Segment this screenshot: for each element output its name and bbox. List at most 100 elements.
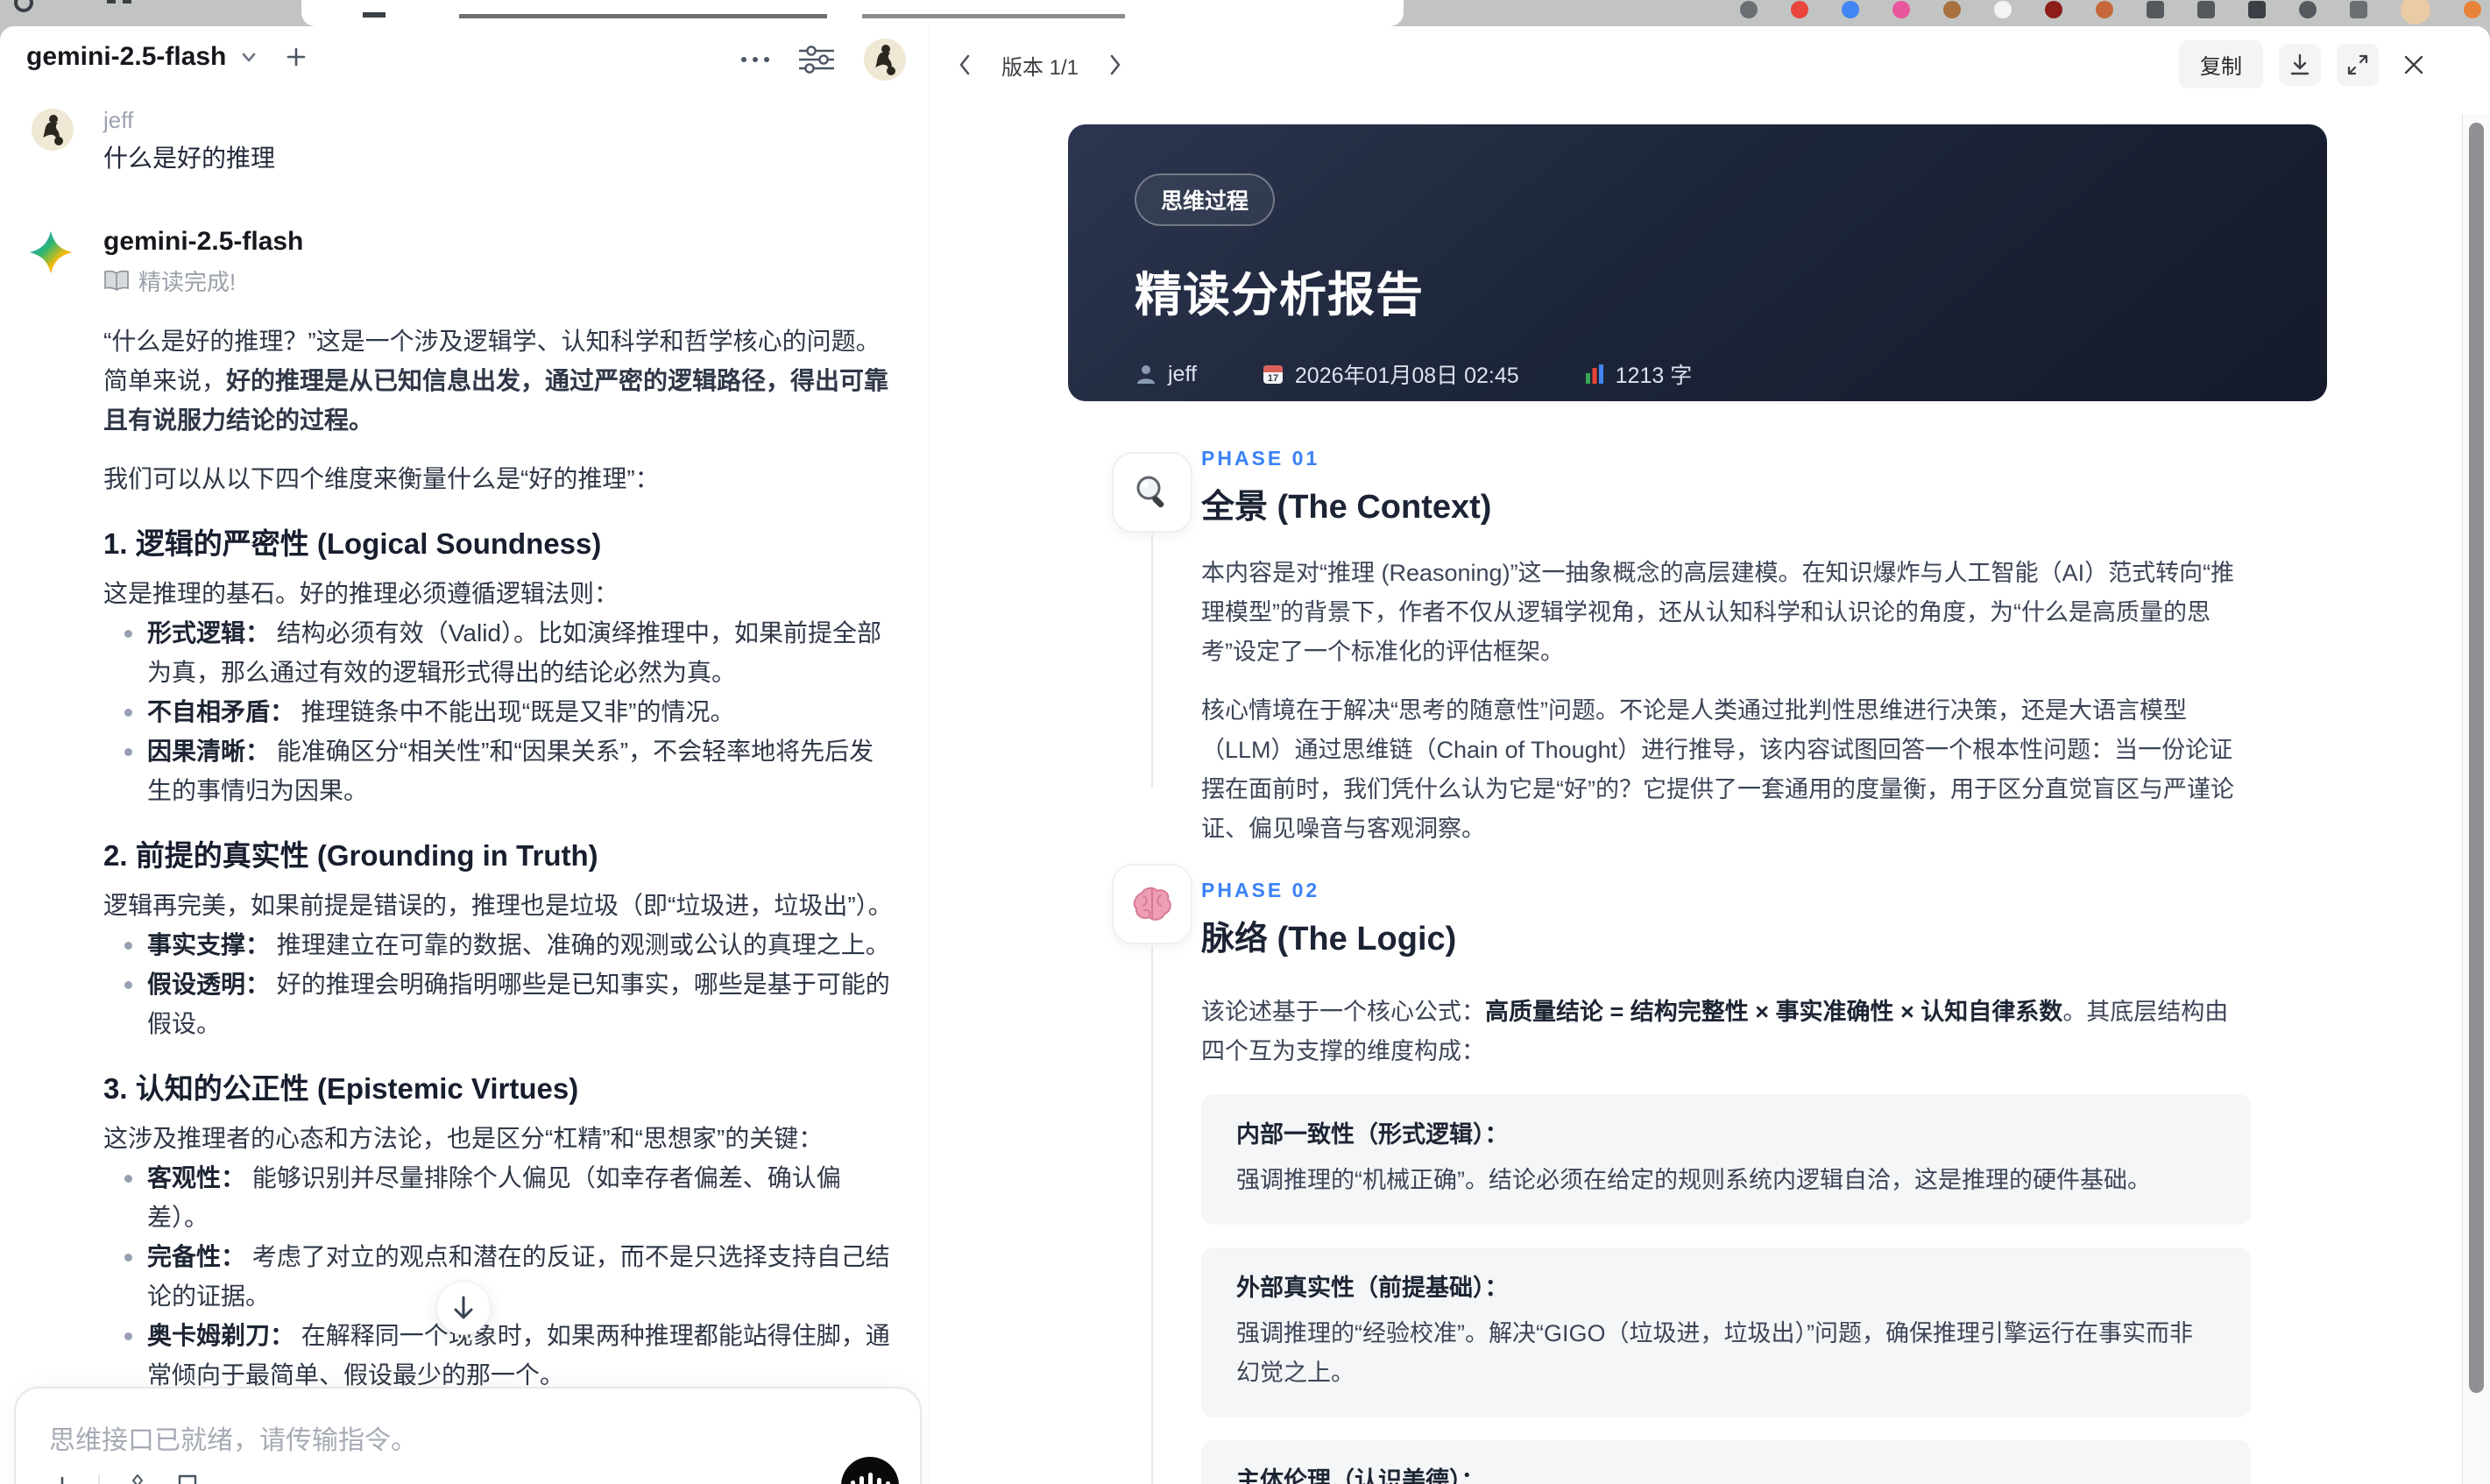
phase-label: PHASE 02	[1201, 879, 1320, 901]
list-item: 形式逻辑： 结构必须有效（Valid）。比如演绎推理中，如果前提全部为真，那么通…	[103, 613, 896, 692]
browser-grid-icon[interactable]	[107, 0, 116, 4]
assistant-name: gemini-2.5-flash	[103, 227, 304, 256]
list-item: 客观性： 能够识别并尽量排除个人偏见（如幸存者偏差、确认偏差）。	[103, 1158, 896, 1237]
sparkle-diamonds-icon[interactable]	[123, 1473, 152, 1484]
user-bust-icon	[1137, 365, 1155, 384]
scrollbar-thumb[interactable]	[2469, 123, 2484, 1393]
browser-extension-icon[interactable]	[2299, 1, 2317, 18]
app-window: gemini-2.5-flash jeff 什么是好的推理 gemini-2.5…	[0, 26, 2490, 1484]
next-version-button[interactable]	[1096, 46, 1135, 84]
download-icon	[2290, 53, 2310, 74]
list-item: 事实支撑： 推理建立在可靠的数据、准确的观测或公认的真理之上。	[103, 925, 896, 965]
timeline-connector	[1151, 946, 1153, 1484]
report-badge: 思维过程	[1135, 173, 1276, 226]
model-settings-sliders-icon[interactable]	[797, 44, 836, 75]
section-intro: 这涉及推理者的心态和方法论，也是区分“杠精”和“思想家”的关键：	[103, 1125, 824, 1152]
artifact-content: 思维过程 精读分析报告 jeff 17 2026年01月08日 02:45 12…	[930, 114, 2463, 1484]
browser-profile-avatar[interactable]	[2401, 0, 2430, 25]
browser-grid-icon[interactable]	[123, 0, 131, 4]
author-meta: jeff	[1135, 362, 1197, 387]
clipped-url-text	[459, 14, 827, 18]
assistant-status-text: 精读完成!	[138, 269, 237, 295]
browser-extension-icon[interactable]	[2096, 1, 2113, 18]
clipped-glyph	[363, 12, 386, 18]
phase-1-icon-card	[1112, 452, 1192, 533]
bullet-list: 形式逻辑： 结构必须有效（Valid）。比如演绎推理中，如果前提全部为真，那么通…	[103, 613, 896, 810]
copy-button[interactable]: 复制	[2179, 40, 2263, 88]
browser-reload-icon[interactable]	[14, 0, 33, 12]
dimension-card: 内部一致性（形式逻辑）： 强调推理的“机械正确”。结论必须在给定的规则系统内逻辑…	[1201, 1094, 2251, 1225]
browser-extension-icon[interactable]	[2197, 1, 2215, 18]
expand-icon	[2347, 54, 2368, 74]
composer-placeholder[interactable]: 思维接口已就绪，请传输指令。	[49, 1418, 887, 1457]
message-list: jeff 什么是好的推理 gemini-2.5-flash 精读完成! “什么是…	[0, 89, 929, 1484]
user-message-text: 什么是好的推理	[103, 145, 276, 172]
section-heading: 3. 认知的公正性 (Epistemic Virtues)	[103, 1072, 579, 1105]
bookmark-icon[interactable]	[175, 1473, 200, 1484]
word-count-meta: 1213 字	[1584, 358, 1692, 390]
phase-title: 脉络 (The Logic)	[1201, 921, 1457, 958]
bullet-list: 事实支撑： 推理建立在可靠的数据、准确的观测或公认的真理之上。 假设透明： 好的…	[103, 925, 896, 1043]
artifact-panel: 版本 1/1 复制 思维过程 精读分析报告 jeff 17 2026年01月08…	[929, 26, 2490, 1484]
clipped-url-text	[862, 14, 1125, 18]
browser-extensions	[1740, 0, 2481, 25]
browser-extension-icon[interactable]	[1791, 1, 1808, 18]
date-meta: 17 2026年01月08日 02:45	[1262, 358, 1519, 390]
bullet-list: 客观性： 能够识别并尽量排除个人偏见（如幸存者偏差、确认偏差）。 完备性： 考虑…	[103, 1158, 896, 1395]
list-item: 假设透明： 好的推理会明确指明哪些是已知事实，哪些是基于可能的假设。	[103, 965, 896, 1043]
user-avatar[interactable]	[864, 39, 906, 81]
report-title: 精读分析报告	[1135, 269, 1424, 322]
chat-panel: gemini-2.5-flash jeff 什么是好的推理 gemini-2.5…	[0, 26, 929, 1484]
magnifier-icon	[1136, 476, 1164, 508]
panel-scrollbar[interactable]	[2462, 114, 2490, 1484]
report-meta: jeff 17 2026年01月08日 02:45 1213 字	[1135, 358, 2260, 390]
svg-text:17: 17	[1268, 373, 1278, 384]
browser-extension-icon[interactable]	[2045, 1, 2062, 18]
voice-waveform-button[interactable]	[841, 1457, 899, 1484]
browser-extension-icon[interactable]	[2350, 1, 2367, 18]
arrow-down-icon	[454, 1296, 473, 1319]
list-item: 完备性： 考虑了对立的观点和潜在的反证，而不是只选择支持自己结论的证据。	[103, 1237, 896, 1316]
toolbar-divider	[98, 1474, 100, 1484]
list-item: 奥卡姆剃刀： 在解释同一个现象时，如果两种推理都能站得住脚，通常倾向于最简单、假…	[103, 1316, 896, 1395]
phase-title: 全景 (The Context)	[1201, 489, 1492, 526]
chat-header: gemini-2.5-flash	[0, 26, 929, 88]
report-header-card: 思维过程 精读分析报告 jeff 17 2026年01月08日 02:45 12…	[1068, 124, 2327, 401]
list-item: 不自相矛盾： 推理链条中不能出现“既是又非”的情况。	[103, 692, 896, 731]
phase-paragraph: 核心情境在于解决“思考的随意性”问题。不论是人类通过批判性思维进行决策，还是大语…	[1201, 697, 2234, 842]
browser-extension-icon[interactable]	[2147, 1, 2164, 18]
version-label: 版本 1/1	[1001, 55, 1079, 80]
section-intro: 这是推理的基石。好的推理必须遵循逻辑法则：	[103, 580, 619, 607]
section-heading: 2. 前提的真实性 (Grounding in Truth)	[103, 839, 598, 872]
browser-extension-icon[interactable]	[2464, 1, 2481, 18]
section-heading: 1. 逻辑的严密性 (Logical Soundness)	[103, 527, 602, 560]
message-composer[interactable]: 思维接口已就绪，请传输指令。	[14, 1387, 922, 1484]
close-button[interactable]	[2395, 46, 2433, 84]
phase-2-icon-card	[1112, 864, 1192, 944]
browser-address-bar[interactable]	[301, 0, 1404, 26]
chevron-down-icon[interactable]	[238, 46, 259, 67]
browser-extension-icon[interactable]	[1842, 1, 1859, 18]
new-chat-button[interactable]	[284, 45, 308, 69]
user-message: jeff 什么是好的推理	[0, 105, 929, 177]
artifact-toolbar: 版本 1/1 复制	[930, 26, 2490, 114]
assistant-response: “什么是好的推理？”这是一个涉及逻辑学、认知科学和哲学核心的问题。简单来说，好的…	[103, 322, 896, 1484]
user-avatar[interactable]	[32, 109, 74, 151]
download-button[interactable]	[2279, 43, 2321, 86]
browser-extension-icon[interactable]	[1994, 1, 2012, 18]
attach-plus-icon[interactable]	[49, 1474, 75, 1484]
fullscreen-button[interactable]	[2337, 43, 2379, 86]
more-options-icon[interactable]	[741, 57, 769, 62]
chat-title[interactable]: gemini-2.5-flash	[26, 42, 226, 72]
phase-label: PHASE 01	[1201, 447, 1320, 470]
timeline-connector	[1151, 534, 1153, 788]
browser-extension-icon[interactable]	[1943, 1, 1961, 18]
browser-extension-icon[interactable]	[2248, 1, 2266, 18]
previous-version-button[interactable]	[945, 46, 984, 84]
scroll-to-bottom-button[interactable]	[436, 1281, 491, 1335]
browser-extension-icon[interactable]	[1892, 1, 1910, 18]
browser-extension-icon[interactable]	[1740, 1, 1758, 18]
list-item: 因果清晰： 能准确区分“相关性”和“因果关系”，不会轻率地将先后发生的事情归为因…	[103, 731, 896, 810]
user-name: jeff	[103, 107, 134, 133]
assistant-status: 精读完成!	[103, 265, 929, 297]
